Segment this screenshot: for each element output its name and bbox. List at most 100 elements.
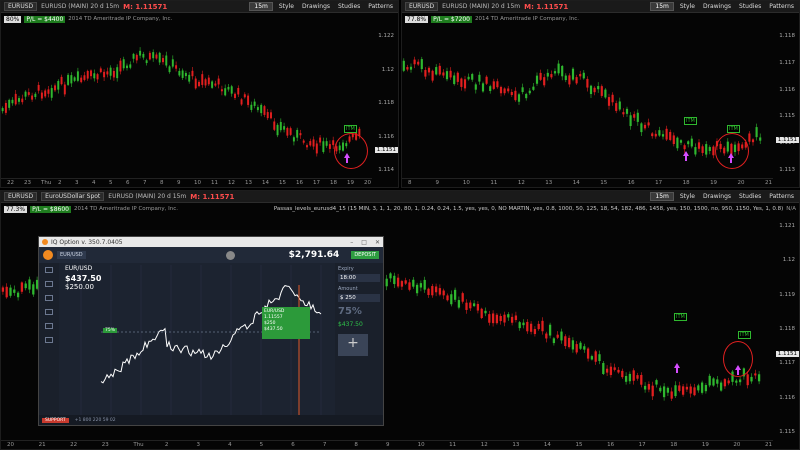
deposit-button[interactable]: DEPOSIT	[351, 251, 379, 259]
candle	[750, 376, 753, 382]
candle	[666, 387, 670, 393]
iq-line-chart[interactable]	[61, 265, 333, 415]
candle	[589, 85, 593, 95]
timeframe-select[interactable]: 15m	[650, 2, 674, 11]
candle	[420, 59, 423, 70]
interval-text: EURUSD (MAIN) 20 d 15m	[442, 3, 521, 10]
candle	[181, 70, 184, 78]
study-tab[interactable]: EuroUSDollar Spot	[41, 192, 105, 201]
candle	[507, 88, 510, 92]
timeframe-select[interactable]: 15m	[650, 192, 674, 201]
sidebar-icon[interactable]	[45, 267, 53, 273]
payout-percent: 75%	[338, 306, 362, 317]
candle	[415, 284, 419, 294]
asset-tab[interactable]: EUR/USD	[57, 251, 86, 259]
candle	[253, 101, 256, 106]
iq-left-sidebar	[39, 263, 59, 415]
drawings-menu[interactable]: Drawings	[300, 3, 332, 10]
patterns-menu[interactable]: Patterns	[366, 3, 395, 10]
candle	[393, 275, 396, 285]
candle	[132, 53, 135, 59]
price-tick: 1.117	[779, 59, 795, 66]
candle	[266, 112, 269, 119]
candle	[106, 71, 109, 75]
candle	[525, 93, 528, 99]
expiry-label: Expiry	[338, 266, 354, 272]
candle	[514, 90, 517, 101]
candle	[579, 342, 582, 349]
candle	[679, 140, 683, 143]
candle	[158, 52, 161, 63]
sidebar-icon[interactable]	[45, 309, 53, 315]
chart-pane-top-right[interactable]: EURUSD EURUSD (MAIN) 20 d 15m M: 1.11571…	[401, 0, 800, 188]
candle	[96, 74, 99, 80]
chart-toolbar: EURUSD EuroUSDollar Spot EURUSD (MAIN) 2…	[1, 191, 799, 203]
sidebar-icon[interactable]	[45, 281, 53, 287]
sidebar-icon[interactable]	[45, 295, 53, 301]
candle	[514, 315, 518, 320]
candle	[611, 94, 614, 103]
symbol-box[interactable]: EURUSD	[405, 2, 439, 11]
sidebar-icon[interactable]	[45, 337, 53, 343]
expiry-field[interactable]: 18:00	[338, 274, 380, 282]
style-menu[interactable]: Style	[277, 3, 296, 10]
account-balance[interactable]: $2,791.64	[289, 250, 340, 260]
time-tick: 17	[313, 180, 320, 186]
candle	[593, 87, 596, 93]
candle	[442, 72, 445, 76]
mark-price: M: 1.11571	[524, 2, 569, 11]
candle	[4, 102, 7, 113]
sidebar-icon[interactable]	[45, 323, 53, 329]
drawings-menu[interactable]: Drawings	[701, 3, 733, 10]
avatar[interactable]	[225, 250, 235, 260]
time-tick: 7	[322, 442, 327, 448]
symbol-box[interactable]: EURUSD	[4, 2, 38, 11]
candle	[44, 90, 47, 97]
iq-chart-area[interactable]: EUR/USD $437.50 $250.00 75% EUR/USD 1.11…	[61, 265, 333, 415]
candle	[230, 86, 233, 94]
candle	[478, 74, 481, 82]
maximize-icon[interactable]: □	[361, 239, 367, 246]
candle	[309, 141, 312, 146]
studies-menu[interactable]: Studies	[336, 3, 362, 10]
chart-pane-top-left[interactable]: EURUSD EURUSD (MAIN) 20 d 15m M: 1.11571…	[0, 0, 399, 188]
support-button[interactable]: SUPPORT	[42, 417, 69, 423]
candle	[658, 130, 661, 136]
time-tick: 19	[347, 180, 354, 186]
style-menu[interactable]: Style	[678, 193, 697, 200]
candle	[240, 99, 243, 105]
price-chart[interactable]	[1, 25, 374, 179]
candle	[567, 337, 571, 348]
symbol-box[interactable]: EURUSD	[4, 192, 38, 201]
candle	[495, 314, 499, 324]
time-tick: 16	[607, 442, 615, 448]
iq-option-window[interactable]: IQ Option v. 350.7.0405 – □ ✕ EUR/USD $2…	[38, 236, 384, 426]
candle	[586, 348, 590, 359]
time-tick: 23	[101, 442, 109, 448]
price-tick: 1.116	[779, 394, 795, 401]
popup-line: $437.50	[264, 327, 283, 332]
drawings-menu[interactable]: Drawings	[701, 193, 733, 200]
candle	[299, 133, 302, 136]
style-menu[interactable]: Style	[678, 3, 697, 10]
minimize-icon[interactable]: –	[350, 239, 353, 246]
candle	[625, 108, 629, 114]
candle	[632, 370, 635, 381]
candle	[548, 324, 552, 336]
studies-menu[interactable]: Studies	[737, 193, 763, 200]
amount-field[interactable]: $ 250	[338, 294, 380, 302]
candle	[738, 379, 742, 383]
price-axis: 1.118 1.117 1.116 1.115 1.114 1.113	[773, 25, 799, 179]
patterns-menu[interactable]: Patterns	[767, 3, 796, 10]
timeframe-select[interactable]: 15m	[249, 2, 273, 11]
window-titlebar[interactable]: IQ Option v. 350.7.0405 – □ ✕	[39, 237, 383, 247]
time-tick: 9	[177, 180, 181, 186]
trade-popup: EUR/USD 1.11557 $250 $437.50	[262, 307, 310, 339]
new-option-button[interactable]: +	[338, 334, 368, 356]
candle	[647, 384, 651, 390]
time-tick: 9	[386, 442, 390, 448]
studies-menu[interactable]: Studies	[737, 3, 763, 10]
close-icon[interactable]: ✕	[375, 239, 380, 246]
candle	[168, 66, 171, 73]
patterns-menu[interactable]: Patterns	[767, 193, 796, 200]
